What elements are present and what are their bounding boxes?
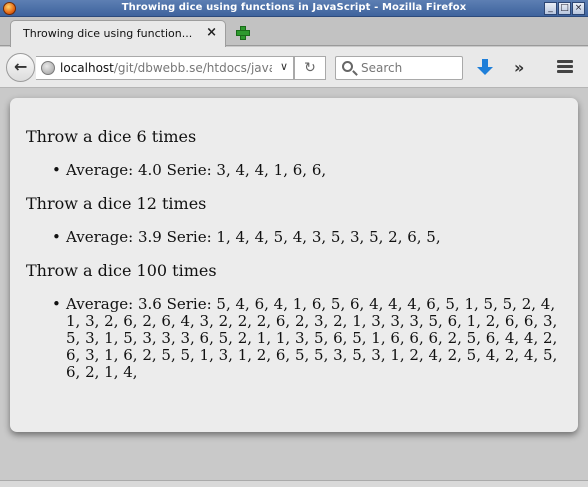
menu-line xyxy=(557,70,573,73)
url-bar[interactable]: localhost/git/dbwebb.se/htdocs/javas ∨ xyxy=(36,56,294,80)
result-item: Average: 4.0 Serie: 3, 4, 4, 1, 6, 6, xyxy=(52,162,566,180)
plus-icon[interactable] xyxy=(235,25,250,40)
chevron-down-icon[interactable]: ∨ xyxy=(280,60,288,73)
result-item: Average: 3.6 Serie: 5, 4, 6, 4, 1, 6, 5,… xyxy=(52,296,566,381)
url-text[interactable]: localhost/git/dbwebb.se/htdocs/javas xyxy=(60,61,272,76)
page-content: Throw a dice 6 times Average: 4.0 Serie:… xyxy=(26,127,566,396)
section-heading: Throw a dice 100 times xyxy=(26,261,217,280)
minimize-button[interactable]: _ xyxy=(544,2,557,15)
tab-title: Throwing dice using function... xyxy=(23,27,193,40)
tab-close-icon[interactable]: × xyxy=(206,25,217,40)
result-list: Average: 4.0 Serie: 3, 4, 4, 1, 6, 6, xyxy=(52,162,566,180)
search-placeholder: Search xyxy=(361,61,403,75)
close-window-button[interactable]: × xyxy=(572,2,585,15)
overflow-button[interactable]: » xyxy=(514,58,524,77)
download-head xyxy=(477,67,493,75)
window-title: Throwing dice using functions in JavaScr… xyxy=(121,2,467,13)
menu-line xyxy=(557,65,573,68)
url-path: /git/dbwebb.se/htdocs/javas xyxy=(113,61,272,75)
back-arrow-icon: ← xyxy=(14,57,28,76)
section-heading: Throw a dice 12 times xyxy=(26,194,207,213)
maximize-button[interactable]: □ xyxy=(558,2,571,15)
navigation-toolbar: ← localhost/git/dbwebb.se/htdocs/javas ∨… xyxy=(0,47,588,88)
status-strip xyxy=(0,480,588,487)
download-arrow-icon[interactable] xyxy=(476,58,494,78)
result-list: Average: 3.9 Serie: 1, 4, 4, 5, 4, 3, 5,… xyxy=(52,229,566,247)
globe-icon[interactable] xyxy=(41,61,55,75)
url-host: localhost xyxy=(60,61,114,75)
tab-strip: Throwing dice using function... × xyxy=(0,17,588,47)
search-input[interactable]: Search xyxy=(335,56,463,80)
reload-button[interactable]: ↻ xyxy=(294,56,326,80)
menu-line xyxy=(557,60,573,63)
result-item: Average: 3.9 Serie: 1, 4, 4, 5, 4, 3, 5,… xyxy=(52,229,566,247)
tab-throwing-dice[interactable]: Throwing dice using function... × xyxy=(10,20,226,47)
hamburger-icon[interactable] xyxy=(557,60,573,74)
result-list: Average: 3.6 Serie: 5, 4, 6, 4, 1, 6, 5,… xyxy=(52,296,566,381)
window-titlebar: Throwing dice using functions in JavaScr… xyxy=(0,0,588,17)
back-button[interactable]: ← xyxy=(6,53,35,82)
magnifier-icon xyxy=(342,61,353,72)
section-heading: Throw a dice 6 times xyxy=(26,127,197,146)
